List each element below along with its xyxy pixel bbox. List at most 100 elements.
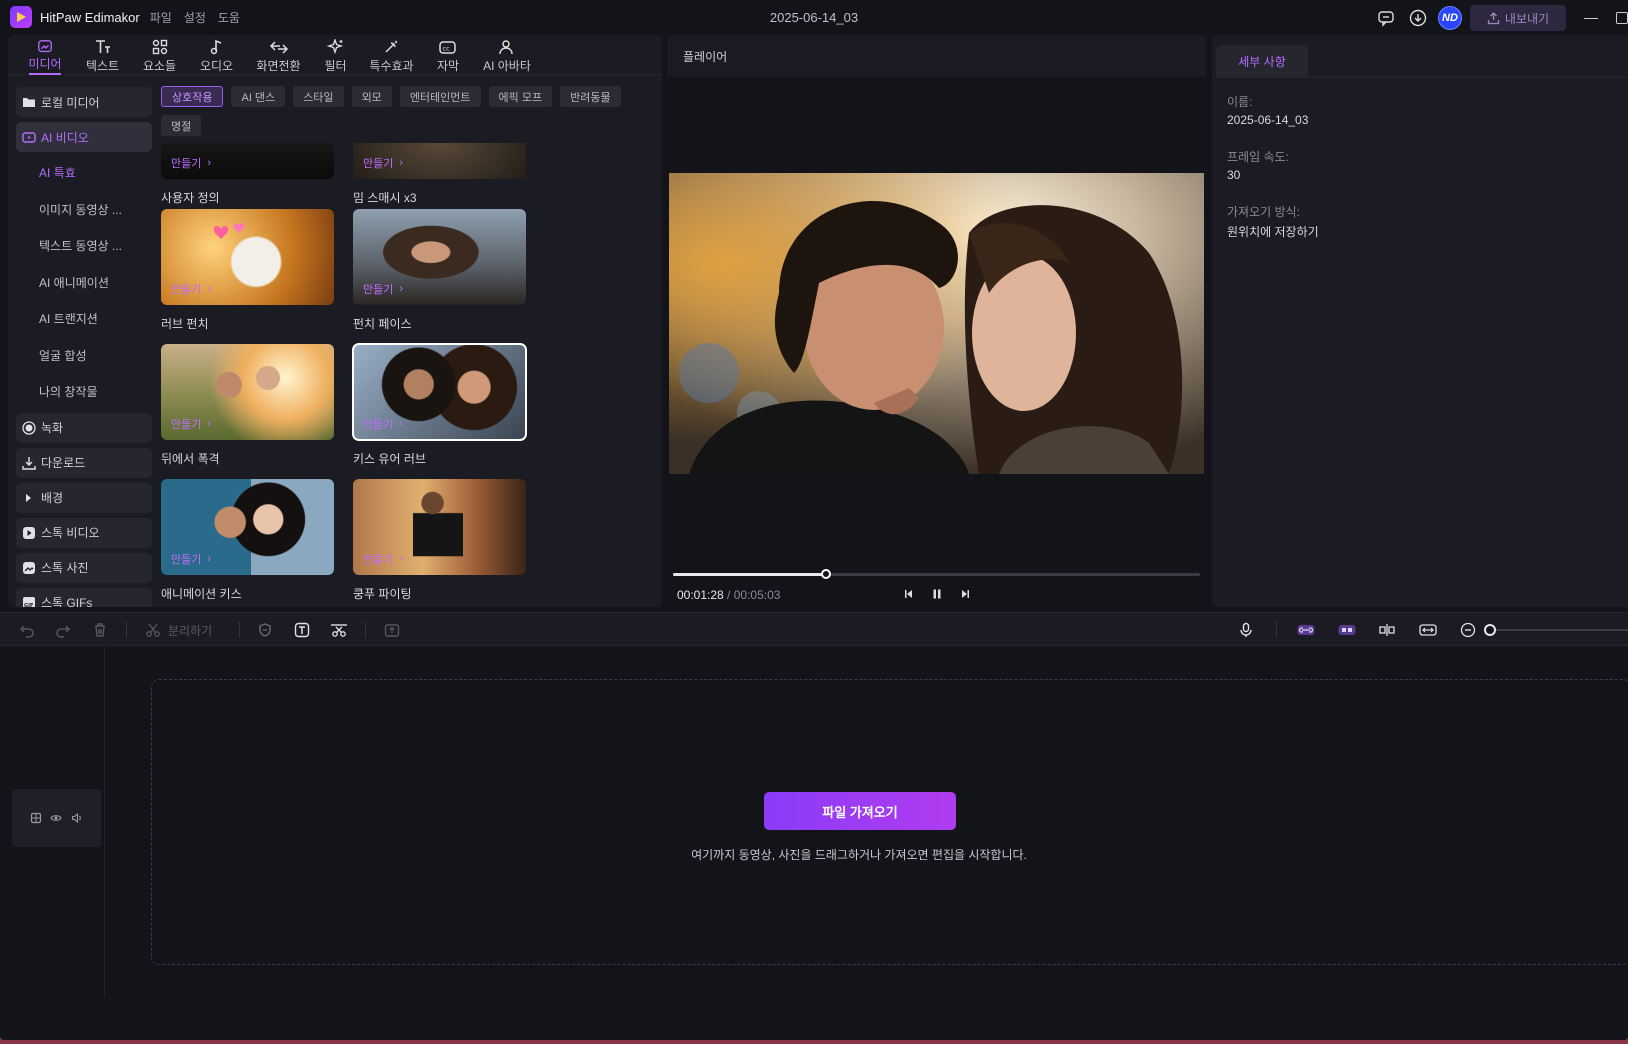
sidebar-item-ai-video[interactable]: AI 비디오: [16, 122, 152, 152]
sidebar-sub-ai-transition[interactable]: AI 트랜지션: [16, 303, 152, 335]
sidebar-item-local-media[interactable]: 로컬 미디어: [16, 87, 152, 117]
active-tab-underline: [29, 73, 61, 75]
maximize-icon[interactable]: [1616, 12, 1628, 24]
category-appearance[interactable]: 외모: [351, 86, 392, 107]
sidebar-sub-text-to-video[interactable]: 텍스트 동영상 ...: [16, 230, 152, 262]
link-icon[interactable]: [1297, 621, 1315, 639]
progress-handle[interactable]: [821, 569, 831, 579]
effect-card[interactable]: 만들기 › 사용자 정의: [161, 143, 334, 206]
effect-card[interactable]: 만들기 › 밈 스매시 x3: [353, 143, 526, 206]
make-button[interactable]: 만들기 ›: [171, 155, 211, 171]
eye-icon[interactable]: [50, 812, 63, 824]
split-label[interactable]: 분리하기: [168, 622, 212, 639]
video-frame-image: [669, 173, 1204, 474]
make-button[interactable]: 만들기 ›: [171, 416, 211, 432]
effect-card[interactable]: 만들기 › 펀치 페이스: [353, 209, 526, 332]
make-button[interactable]: 만들기 ›: [363, 281, 403, 297]
effect-label: 애니메이션 키스: [161, 587, 242, 601]
export-button[interactable]: 내보내기: [1470, 5, 1566, 31]
make-button[interactable]: 만들기 ›: [363, 416, 403, 432]
export-clip-icon[interactable]: [383, 621, 401, 639]
drop-hint-text: 여기까지 동영상, 사진을 드래그하거나 가져오면 편집을 시작합니다.: [691, 848, 1027, 862]
sidebar-item-stock-video[interactable]: 스톡 비디오: [16, 517, 152, 548]
app-logo-icon: [10, 6, 32, 28]
minimize-icon[interactable]: [1584, 17, 1598, 19]
category-holiday[interactable]: 명절: [161, 115, 202, 136]
tab-audio[interactable]: 오디오: [188, 35, 245, 75]
make-button[interactable]: 만들기 ›: [171, 551, 211, 567]
menu-help[interactable]: 도움: [218, 9, 240, 26]
feedback-icon[interactable]: [1374, 6, 1398, 30]
sidebar-item-stock-photo[interactable]: 스톡 사진: [16, 552, 152, 583]
sidebar-item-record[interactable]: 녹화: [16, 412, 152, 443]
media-panel: 미디어 텍스트 요소들 오디오 화면전환 필터 특수효과 cc 자막 AI 아바…: [8, 35, 662, 607]
effect-card[interactable]: 만들기 › 쿵푸 파이팅: [353, 479, 526, 602]
effect-card[interactable]: 만들기 › 러브 펀치: [161, 209, 334, 332]
track-thumbnail-icon[interactable]: [30, 812, 42, 824]
fit-width-icon[interactable]: [1419, 621, 1437, 639]
sidebar-sub-ai-animation[interactable]: AI 애니메이션: [16, 267, 152, 299]
tab-elements[interactable]: 요소들: [131, 35, 188, 75]
category-entertainment[interactable]: 엔터테인먼트: [399, 86, 481, 107]
name-label: 이름:: [1227, 95, 1253, 109]
delete-icon[interactable]: [91, 621, 109, 639]
category-epic-morph[interactable]: 에픽 모프: [488, 86, 553, 107]
separator: [1276, 622, 1277, 638]
microphone-icon[interactable]: [1237, 621, 1255, 639]
tab-ai-avatar[interactable]: AI 아바타: [472, 35, 542, 75]
tab-media[interactable]: 미디어: [16, 35, 74, 75]
effect-label: 러브 펀치: [161, 317, 209, 331]
tab-effects[interactable]: 특수효과: [359, 35, 424, 75]
sidebar-item-background[interactable]: 배경: [16, 482, 152, 513]
tab-transition[interactable]: 화면전환: [245, 35, 312, 75]
menu-bar: 파일 설정 도움: [150, 9, 252, 26]
category-tags: 상호작용 AI 댄스 스타일 외모 엔터테인먼트 에픽 모프 반려동물 명절: [161, 86, 661, 144]
pause-icon[interactable]: [929, 586, 945, 602]
zoom-slider-handle[interactable]: [1484, 624, 1496, 636]
effect-label: 펀치 페이스: [353, 317, 412, 331]
playback-progress[interactable]: [673, 569, 1200, 579]
menu-file[interactable]: 파일: [150, 9, 172, 26]
menu-settings[interactable]: 설정: [184, 9, 206, 26]
tab-details[interactable]: 세부 사항: [1216, 45, 1308, 77]
fps-value: 30: [1227, 168, 1241, 182]
split-icon[interactable]: [144, 621, 162, 639]
category-pets[interactable]: 반려동물: [560, 86, 621, 107]
sidebar-item-download[interactable]: 다운로드: [16, 447, 152, 478]
tab-subtitle[interactable]: cc 자막: [424, 35, 472, 75]
magnet-icon[interactable]: [1338, 621, 1356, 639]
shield-icon[interactable]: [256, 621, 274, 639]
tab-text[interactable]: 텍스트: [74, 35, 131, 75]
make-button[interactable]: 만들기 ›: [363, 551, 403, 567]
tab-filter[interactable]: 필터: [312, 35, 359, 75]
make-button[interactable]: 만들기 ›: [171, 281, 211, 297]
user-avatar[interactable]: ND: [1438, 6, 1462, 30]
effect-card[interactable]: 만들기 › 애니메이션 키스: [161, 479, 334, 602]
effect-card-selected[interactable]: 만들기 › 키스 유어 러브: [352, 343, 527, 467]
sidebar-sub-image-to-video[interactable]: 이미지 동영상 ...: [16, 194, 152, 226]
sidebar-item-stock-gifs[interactable]: GIF 스톡 GIFs: [16, 587, 152, 607]
speaker-icon[interactable]: [71, 812, 83, 824]
download-icon[interactable]: [1406, 6, 1430, 30]
title-bar: HitPaw Edimakor 파일 설정 도움 2025-06-14_03 N…: [0, 0, 1628, 34]
category-style[interactable]: 스타일: [293, 86, 344, 107]
previous-frame-icon[interactable]: [901, 586, 917, 602]
cut-icon[interactable]: [330, 621, 348, 639]
sidebar-sub-my-creations[interactable]: 나의 창작물: [16, 376, 152, 408]
split-track-icon[interactable]: [1378, 621, 1396, 639]
import-files-button[interactable]: 파일 가져오기: [764, 792, 956, 830]
sidebar-sub-face-swap[interactable]: 얼굴 합성: [16, 340, 152, 372]
category-ai-dance[interactable]: AI 댄스: [231, 86, 286, 107]
media-icon: [38, 40, 52, 53]
text-box-icon[interactable]: [293, 621, 311, 639]
zoom-out-icon[interactable]: [1459, 621, 1477, 639]
next-frame-icon[interactable]: [957, 586, 973, 602]
category-interaction[interactable]: 상호작용: [161, 86, 224, 107]
video-preview[interactable]: [669, 173, 1204, 474]
sidebar-sub-ai-effects[interactable]: AI 특효: [16, 157, 152, 189]
undo-icon[interactable]: [18, 621, 36, 639]
effect-card[interactable]: 만들기 › 뒤에서 폭격: [161, 344, 334, 467]
make-button[interactable]: 만들기 ›: [363, 155, 403, 171]
zoom-slider[interactable]: [1494, 629, 1628, 631]
redo-icon[interactable]: [54, 621, 72, 639]
